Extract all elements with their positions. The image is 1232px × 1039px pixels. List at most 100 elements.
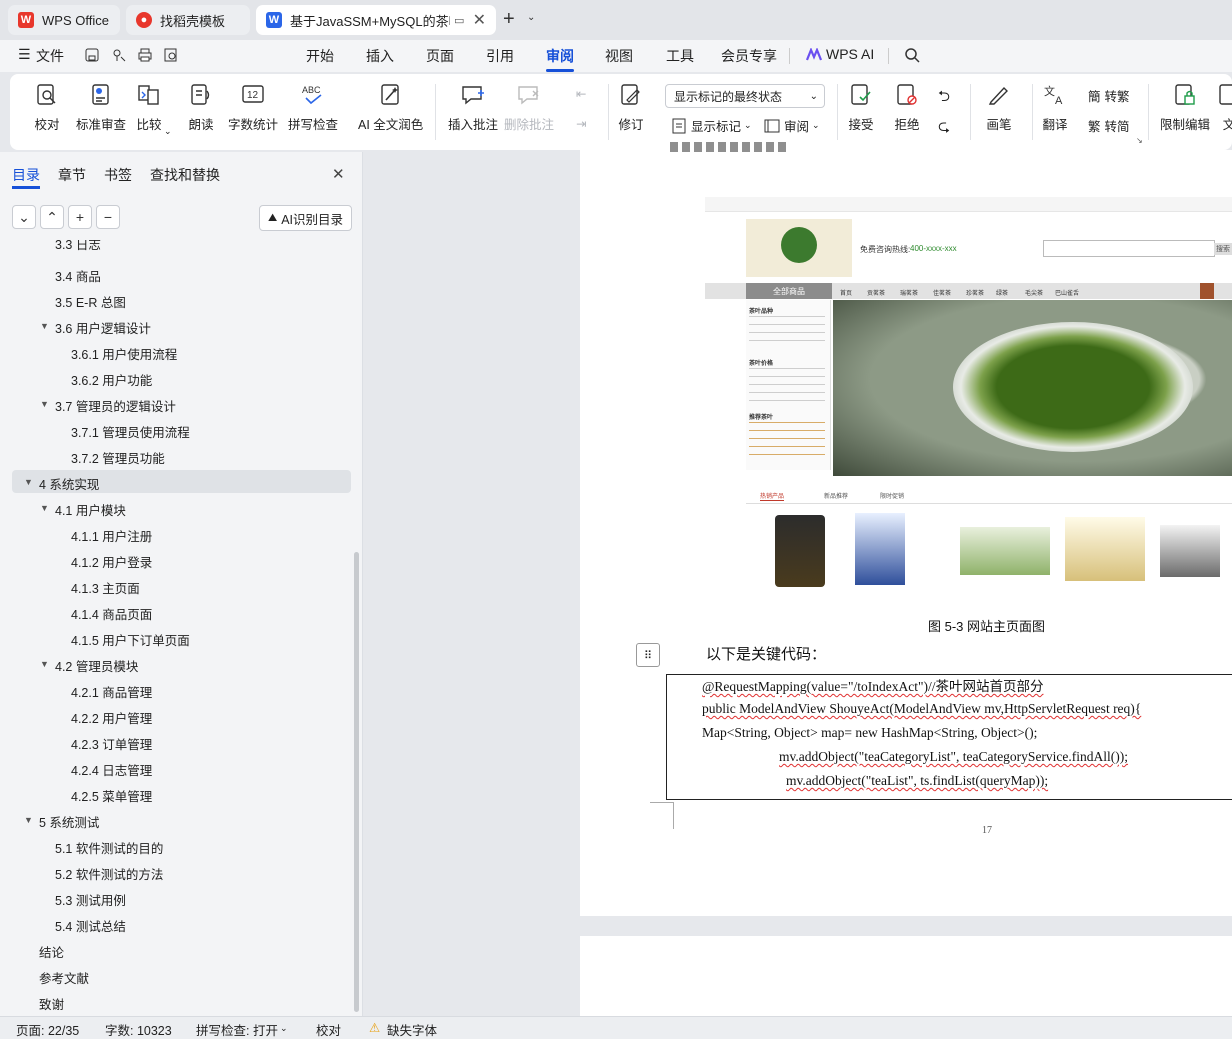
track-changes-button[interactable]: 修订: [618, 82, 644, 133]
tab-document[interactable]: W 基于JavaSSM+MySQL的茶叶 ▭ ✕: [256, 5, 496, 35]
tab-chapters[interactable]: 章节: [58, 165, 86, 185]
menu-page[interactable]: 页面: [426, 46, 454, 66]
next-comment-icon[interactable]: ⇥: [576, 116, 586, 131]
toc-item[interactable]: 参考文献: [39, 968, 89, 987]
chevron-down-icon[interactable]: ⌄: [527, 12, 535, 23]
toc-item[interactable]: 4.2.5 菜单管理: [71, 786, 152, 805]
to-traditional-button[interactable]: 簡转繁: [1088, 86, 1130, 105]
status-proofread[interactable]: 校对: [316, 1020, 341, 1039]
expand-group-icon[interactable]: ↘: [1136, 136, 1143, 145]
toc-item[interactable]: 5 系统测试: [39, 812, 99, 831]
delete-comment-button[interactable]: 删除批注: [504, 82, 554, 133]
previous-change-icon[interactable]: ⮌: [938, 86, 950, 111]
standard-review-button[interactable]: 标准审查: [76, 82, 126, 133]
toc-item[interactable]: 3.7.2 管理员功能: [71, 448, 165, 467]
toc-item[interactable]: 5.2 软件测试的方法: [55, 864, 163, 883]
menu-tools[interactable]: 工具: [666, 46, 694, 66]
menu-home[interactable]: 开始: [306, 46, 334, 66]
tab-find-replace[interactable]: 查找和替换: [150, 165, 220, 185]
print-icon[interactable]: [137, 47, 153, 63]
word-count-button[interactable]: 12 字数统计: [228, 82, 278, 133]
toc-item[interactable]: 3.4 商品: [55, 266, 101, 285]
expand-triangle-icon[interactable]: ▼: [24, 815, 33, 825]
expand-triangle-icon[interactable]: ▼: [24, 477, 33, 487]
toc-item[interactable]: 4.2.3 订单管理: [71, 734, 152, 753]
toc-item[interactable]: 5.1 软件测试的目的: [55, 838, 163, 857]
toc-item[interactable]: 3.6.2 用户功能: [71, 370, 152, 389]
menu-review[interactable]: 审阅: [546, 46, 574, 66]
tab-toc[interactable]: 目录: [12, 165, 40, 185]
compare-button[interactable]: 比较 ⌄: [136, 82, 172, 136]
toc-item[interactable]: 4.1.1 用户注册: [71, 526, 152, 545]
spell-check-button[interactable]: ABC 拼写检查: [288, 82, 338, 133]
expand-triangle-icon[interactable]: ▼: [40, 399, 49, 409]
toc-item[interactable]: 5.4 测试总结: [55, 916, 126, 935]
tab-wps-office[interactable]: W WPS Office: [8, 5, 120, 35]
toc-item[interactable]: 致谢: [39, 994, 64, 1013]
menu-references[interactable]: 引用: [486, 46, 514, 66]
menu-member[interactable]: 会员专享: [721, 46, 777, 66]
status-word-count[interactable]: 字数: 10323: [105, 1020, 172, 1039]
toc-item[interactable]: 4.2 管理员模块: [55, 656, 138, 675]
toc-item[interactable]: 4 系统实现: [39, 474, 99, 493]
document-more-button[interactable]: 文: [1216, 82, 1232, 133]
chevron-down-icon[interactable]: ⌄: [280, 1023, 288, 1034]
toc-item[interactable]: 4.2.4 日志管理: [71, 760, 152, 779]
pen-button[interactable]: 画笔: [986, 82, 1012, 133]
to-simplified-button[interactable]: 繁转简: [1088, 116, 1130, 135]
collapse-down-icon[interactable]: ⌄: [12, 205, 36, 229]
monitor-icon[interactable]: ▭: [454, 14, 464, 27]
scrollbar[interactable]: [354, 552, 359, 1012]
toc-item[interactable]: 结论: [39, 942, 64, 961]
menu-view[interactable]: 视图: [605, 46, 633, 66]
toc-item[interactable]: 4.1.4 商品页面: [71, 604, 152, 623]
status-spell-check[interactable]: 拼写检查: 打开: [196, 1020, 278, 1039]
close-icon[interactable]: ✕: [332, 165, 345, 183]
expand-triangle-icon[interactable]: ▼: [40, 659, 49, 669]
status-page[interactable]: 页面: 22/35: [16, 1020, 79, 1039]
toc-item[interactable]: 3.3 日志: [55, 240, 101, 253]
prev-comment-icon[interactable]: ⇤: [576, 86, 586, 101]
tab-bookmarks[interactable]: 书签: [104, 165, 132, 185]
toc-item[interactable]: 4.2.2 用户管理: [71, 708, 152, 727]
insert-comment-button[interactable]: 插入批注: [448, 82, 498, 133]
toc-item[interactable]: 4.1.3 主页面: [71, 578, 140, 597]
ai-toc-button[interactable]: ⛰ AI识别目录: [259, 205, 352, 231]
toc-item[interactable]: 4.1.5 用户下订单页面: [71, 630, 190, 649]
accept-button[interactable]: 接受: [848, 82, 874, 133]
toc-item[interactable]: 3.5 E-R 总图: [55, 292, 126, 311]
translate-button[interactable]: 文A 翻译: [1042, 82, 1068, 133]
export-icon[interactable]: [111, 47, 127, 63]
wps-ai-icon[interactable]: [806, 48, 822, 62]
toc-item[interactable]: 3.7.1 管理员使用流程: [71, 422, 190, 441]
status-missing-font[interactable]: 缺失字体: [387, 1020, 437, 1039]
restrict-edit-button[interactable]: 限制编辑: [1160, 82, 1210, 133]
next-change-icon[interactable]: ⮎: [938, 116, 950, 141]
print-preview-icon[interactable]: [163, 47, 179, 63]
toc-item[interactable]: 4.1.2 用户登录: [71, 552, 152, 571]
toc-item[interactable]: 3.6 用户逻辑设计: [55, 318, 151, 337]
toc-item[interactable]: 3.6.1 用户使用流程: [71, 344, 177, 363]
toc-item[interactable]: 4.2.1 商品管理: [71, 682, 152, 701]
expand-triangle-icon[interactable]: ▼: [40, 321, 49, 331]
chevron-up-icon[interactable]: ⌃: [40, 205, 64, 229]
menu-insert[interactable]: 插入: [366, 46, 394, 66]
save-icon[interactable]: [84, 47, 100, 63]
search-icon[interactable]: [904, 47, 921, 64]
menu-file[interactable]: 文件: [36, 46, 64, 66]
new-tab-icon[interactable]: +: [503, 8, 515, 31]
menu-wps-ai[interactable]: WPS AI: [826, 46, 874, 62]
plus-icon[interactable]: +: [68, 205, 92, 229]
close-icon[interactable]: ✕: [473, 10, 486, 30]
ai-polish-button[interactable]: AI 全文润色: [358, 82, 423, 133]
drag-handle-icon[interactable]: ⠿: [636, 643, 660, 667]
markup-display-select[interactable]: 显示标记的最终状态 ⌄: [665, 84, 825, 108]
expand-triangle-icon[interactable]: ▼: [40, 503, 49, 513]
toc-item[interactable]: 5.3 测试用例: [55, 890, 126, 909]
review-pane-button[interactable]: 审阅 ⌄: [763, 116, 820, 135]
proofread-button[interactable]: 校对: [34, 82, 60, 133]
minus-icon[interactable]: −: [96, 205, 120, 229]
toc-item[interactable]: 4.1 用户模块: [55, 500, 126, 519]
read-aloud-button[interactable]: 朗读: [188, 82, 214, 133]
show-markup-button[interactable]: 显示标记 ⌄: [670, 116, 752, 135]
